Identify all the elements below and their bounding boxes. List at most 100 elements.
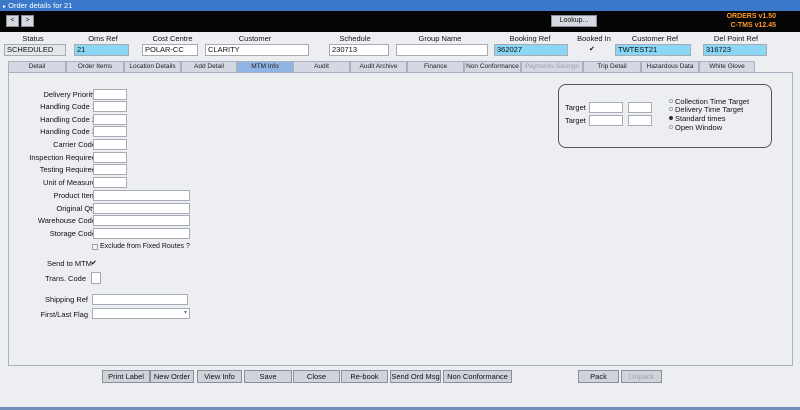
trans-code-label: Trans. Code <box>45 274 86 283</box>
inspection-required-label: Inspection Required <box>29 153 96 162</box>
unit-of-measure-input[interactable] <box>93 177 127 188</box>
send-ord-msg-button[interactable]: Send Ord Msg <box>390 370 441 383</box>
tab-audit[interactable]: Audit <box>293 61 350 72</box>
handling-code-1-label: Handling Code 1 <box>40 102 96 111</box>
view-info-button[interactable]: View Info <box>197 370 242 383</box>
customer-ref-label: Customer Ref <box>631 34 679 43</box>
prev-record-button[interactable]: < <box>6 15 19 27</box>
exclude-fixed-routes-checkbox[interactable] <box>92 244 98 250</box>
status-label: Status <box>22 34 44 43</box>
tab-hazardous-data[interactable]: Hazardous Data <box>641 61 699 72</box>
handling-code-3-input[interactable] <box>93 126 127 137</box>
carrier-code-input[interactable] <box>93 139 127 150</box>
oms-ref-field[interactable]: 21 <box>74 44 129 56</box>
tab-location-details[interactable]: Location Details <box>124 61 181 72</box>
inspection-required-input[interactable] <box>93 152 127 163</box>
tab-mtm-info[interactable]: MTM Info <box>237 61 293 72</box>
chevron-down-icon: ▾ <box>183 310 187 316</box>
top-toolbar <box>0 11 800 32</box>
delivery-time-target-radio[interactable] <box>669 107 673 111</box>
tab-white-glove[interactable]: White Glove <box>699 61 755 72</box>
tab-detail[interactable]: Detail <box>8 61 66 72</box>
original-qty-label: Original Qty <box>56 204 96 213</box>
window-title: Order details for 21 <box>8 1 73 10</box>
orders-version: ORDERS v1.50 <box>726 13 776 20</box>
tab-payments-savings[interactable]: Payments Savings <box>521 61 583 72</box>
product-item-input[interactable] <box>93 190 190 201</box>
booking-ref-field[interactable]: 362027 <box>494 44 568 56</box>
tab-non-conformance[interactable]: Non Conformance <box>464 61 521 72</box>
booked-in-check-icon[interactable]: ✔ <box>589 45 595 53</box>
cost-centre-field[interactable]: POLAR-CC <box>142 44 198 56</box>
target-2-time-input[interactable] <box>628 115 652 126</box>
mtm-info-panel: Delivery Priority Handling Code 1 Handli… <box>8 72 793 366</box>
handling-code-3-label: Handling Code 3 <box>40 127 96 136</box>
product-item-label: Product Item <box>53 191 96 200</box>
target-1-date-input[interactable] <box>589 102 623 113</box>
warehouse-code-input[interactable] <box>93 215 190 226</box>
exclude-fixed-routes-label: Exclude from Fixed Routes ? <box>100 243 190 250</box>
close-button[interactable]: Close <box>293 370 340 383</box>
lookup-button[interactable]: Lookup... <box>551 15 597 27</box>
standard-times-label: Standard times <box>675 114 726 123</box>
del-point-ref-label: Del Point Ref <box>713 34 759 43</box>
standard-times-radio[interactable] <box>669 116 673 120</box>
collection-time-target-radio[interactable] <box>669 99 673 103</box>
print-label-button[interactable]: Print Label <box>102 370 150 383</box>
delivery-priority-input[interactable] <box>93 89 127 100</box>
target-group-box: Target Target Collection Time Target Del… <box>558 84 772 148</box>
tab-order-items[interactable]: Order Items <box>66 61 124 72</box>
cost-centre-label: Cost Centre <box>152 34 193 43</box>
carrier-code-label: Carrier Code <box>53 140 96 149</box>
tab-trip-detail[interactable]: Trip Detail <box>583 61 641 72</box>
shipping-ref-input[interactable] <box>92 294 188 305</box>
send-to-mtm-check-icon[interactable]: ✔ <box>91 259 97 267</box>
unit-of-measure-label: Unit of Measure <box>43 178 96 187</box>
handling-code-1-input[interactable] <box>93 101 127 112</box>
testing-required-input[interactable] <box>93 164 127 175</box>
re-book-button[interactable]: Re-book <box>341 370 388 383</box>
original-qty-input[interactable] <box>93 203 190 214</box>
new-order-button[interactable]: New Order <box>150 370 194 383</box>
group-name-field[interactable] <box>396 44 488 56</box>
tab-audit-archive[interactable]: Audit Archive <box>350 61 407 72</box>
storage-code-input[interactable] <box>93 228 190 239</box>
booking-ref-label: Booking Ref <box>509 34 551 43</box>
target-2-date-input[interactable] <box>589 115 623 126</box>
delivery-priority-label: Delivery Priority <box>43 90 96 99</box>
send-to-mtm-label: Send to MTM <box>46 259 92 268</box>
target-1-time-input[interactable] <box>628 102 652 113</box>
tab-add-detail[interactable]: Add Detail <box>181 61 237 72</box>
delivery-time-target-label: Delivery Time Target <box>675 105 744 114</box>
warehouse-code-label: Warehouse Code <box>37 216 96 225</box>
testing-required-label: Testing Required <box>39 165 96 174</box>
shipping-ref-label: Shipping Ref <box>45 295 88 304</box>
oms-ref-label: Oms Ref <box>88 34 118 43</box>
next-record-button[interactable]: > <box>21 15 34 27</box>
pack-button[interactable]: Pack <box>578 370 619 383</box>
save-button[interactable]: Save <box>244 370 292 383</box>
booked-in-label: Booked In <box>577 34 611 43</box>
customer-field[interactable]: CLARITY <box>205 44 309 56</box>
window-title-bar: ▸ Order details for 21 <box>0 0 800 11</box>
customer-ref-field[interactable]: TWTEST21 <box>615 44 691 56</box>
first-last-flag-label: First/Last Flag <box>40 310 88 319</box>
tab-finance[interactable]: Finance <box>407 61 464 72</box>
open-window-label: Open Window <box>675 123 723 132</box>
ctms-version: C-TMS v12.45 <box>730 22 776 29</box>
group-name-label: Group Name <box>418 34 462 43</box>
schedule-label: Schedule <box>339 34 371 43</box>
open-window-radio[interactable] <box>669 125 673 129</box>
target-label-2: Target <box>565 116 586 125</box>
unpack-button[interactable]: Unpack <box>621 370 662 383</box>
storage-code-label: Storage Code <box>49 229 96 238</box>
trans-code-input[interactable] <box>91 272 101 284</box>
handling-code-2-input[interactable] <box>93 114 127 125</box>
first-last-flag-select[interactable]: ▾ <box>92 308 190 319</box>
non-conformance-button[interactable]: Non Conformance <box>443 370 512 383</box>
target-label-1: Target <box>565 103 586 112</box>
schedule-field[interactable]: 230713 <box>329 44 389 56</box>
del-point-ref-field[interactable]: 316723 <box>703 44 767 56</box>
customer-label: Customer <box>238 34 272 43</box>
handling-code-2-label: Handling Code 2 <box>40 115 96 124</box>
